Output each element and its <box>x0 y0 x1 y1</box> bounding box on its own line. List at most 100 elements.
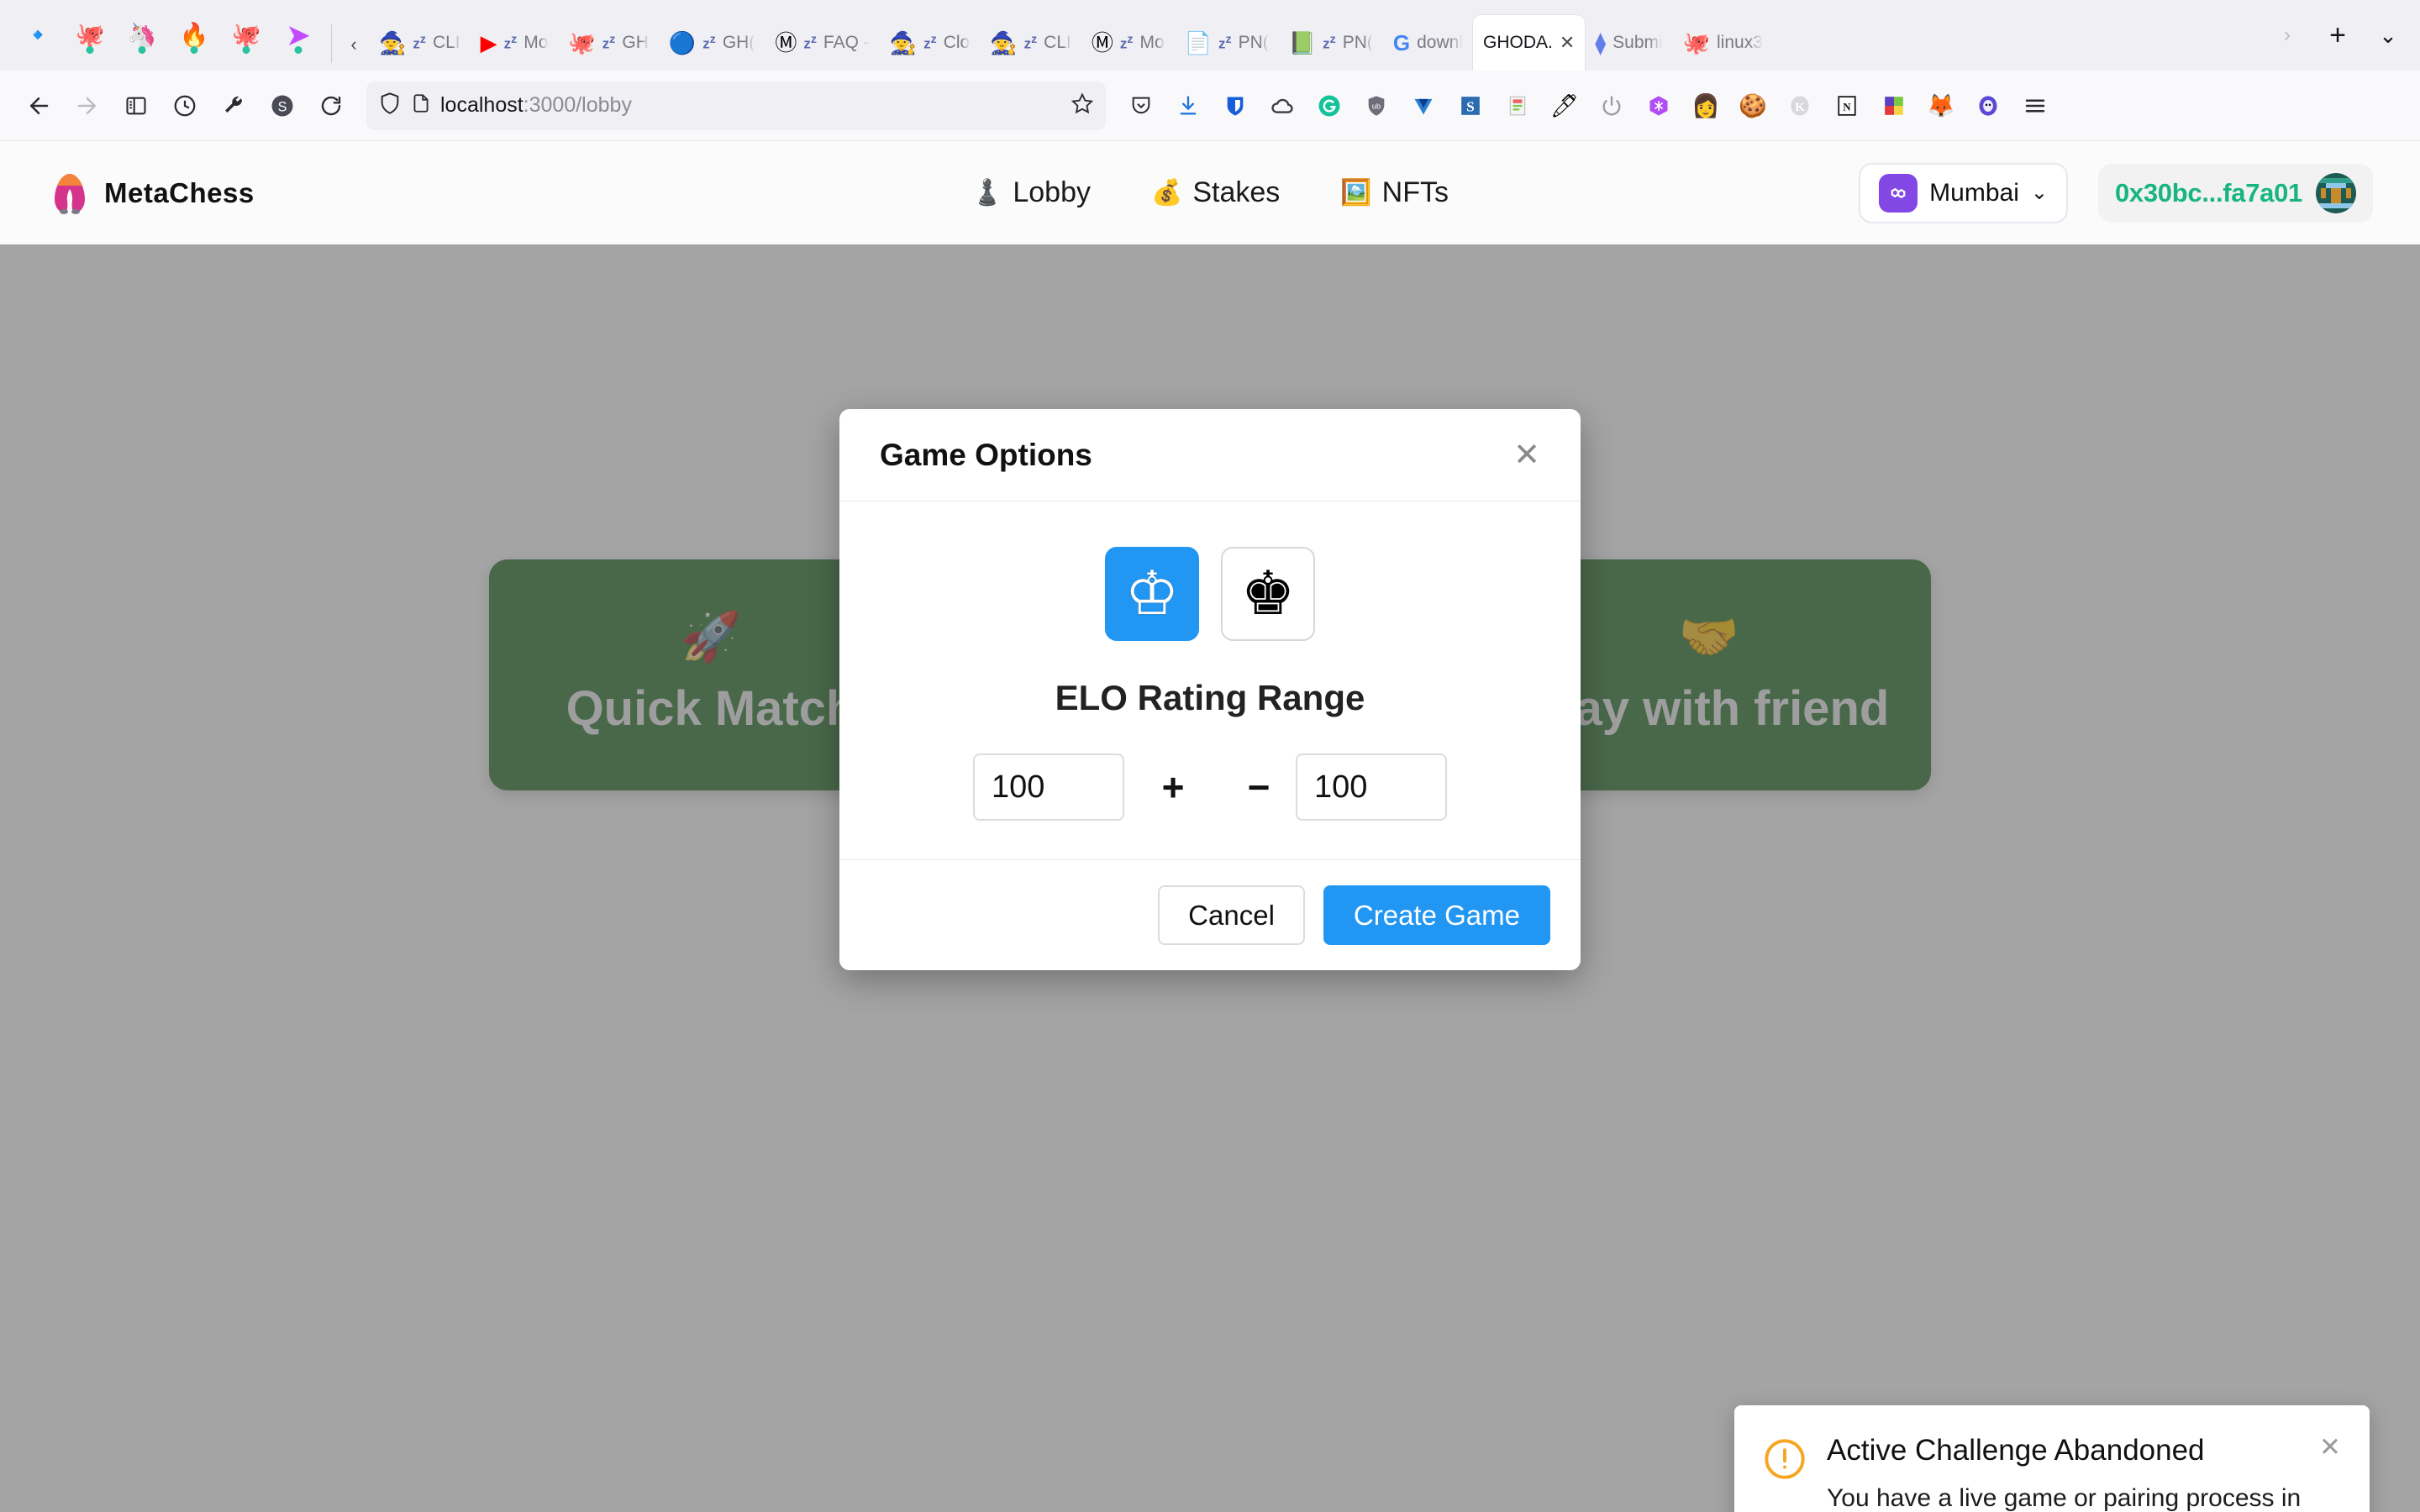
pocket-icon[interactable] <box>1118 82 1165 129</box>
toast-title: Active Challenge Abandoned <box>1827 1434 2205 1467</box>
pinned-tab-github-1[interactable]: 🐙 <box>64 9 116 61</box>
colorzilla-icon[interactable] <box>1870 82 1918 129</box>
bookmark-star-icon[interactable] <box>1071 92 1094 119</box>
elo-title: ELO Rating Range <box>1055 678 1365 717</box>
list-all-tabs-icon[interactable]: ⌄ <box>2365 12 2412 59</box>
github-icon: 🐙 <box>231 22 261 48</box>
svg-text:N: N <box>1843 100 1851 113</box>
close-icon[interactable]: ✕ <box>1560 32 1575 54</box>
tab-submi[interactable]: ⧫ Submi <box>1585 15 1672 71</box>
tab-cli-2[interactable]: 🧙 zz CLI <box>980 15 1081 71</box>
history-icon[interactable] <box>161 82 208 129</box>
shield-icon[interactable] <box>378 92 402 119</box>
tab-mo-1[interactable]: ▶ zz Mo <box>471 15 559 71</box>
tab-png-2[interactable]: 📗 zz PN( <box>1279 15 1383 71</box>
side-white[interactable]: ♔ <box>1105 547 1199 641</box>
tab-mo-2[interactable]: Ⓜ zz Mo <box>1081 15 1175 71</box>
plus-symbol: + <box>1161 765 1185 809</box>
tab-list: 🧙 zz CLI ▶ zz Mo 🐙 zz GH 🔵 zz GH( Ⓜ zz F… <box>369 0 2264 71</box>
wrench-icon[interactable] <box>210 82 257 129</box>
grammarly-icon[interactable] <box>1306 82 1353 129</box>
google-icon: G <box>1392 30 1411 55</box>
tab-faq[interactable]: Ⓜ zz FAQ - <box>765 15 879 71</box>
page-content: MetaChess ♟️ Lobby 💰 Stakes 🖼️ NFTs Mumb… <box>0 141 2420 1512</box>
tab-gh-2[interactable]: 🔵 zz GH( <box>659 15 765 71</box>
power-icon[interactable] <box>1588 82 1635 129</box>
pinned-tab-github-2[interactable]: 🐙 <box>220 9 272 61</box>
address-bar[interactable]: localhost:3000/lobby <box>366 81 1106 130</box>
close-icon[interactable]: ✕ <box>2319 1434 2341 1460</box>
metamask-icon[interactable]: 🦊 <box>1918 82 1965 129</box>
sleeping-icon: zz <box>602 33 616 52</box>
blue-doc-icon: 🔵 <box>668 30 697 55</box>
pinned-tab-purple-arrow[interactable]: ➤ <box>272 9 324 61</box>
pinned-tabs: 🔹 🐙 🦄 🔥 🐙 ➤ <box>12 0 324 71</box>
wallet-chip[interactable]: 0x30bc...fa7a01 <box>2097 163 2373 223</box>
m-icon: Ⓜ <box>775 30 797 55</box>
forward-button[interactable] <box>64 82 111 129</box>
app-menu-button[interactable] <box>2012 82 2059 129</box>
notion-icon[interactable]: N <box>1823 82 1870 129</box>
k-extension-icon[interactable]: K <box>1776 82 1823 129</box>
nav-stakes[interactable]: 💰 Stakes <box>1151 176 1280 209</box>
tab-ghoda-active[interactable]: GHODA. ✕ <box>1473 15 1586 71</box>
modal-body: ♔ ♚ ELO Rating Range + − <box>839 501 1581 859</box>
chain-selector[interactable]: Mumbai ⌄ <box>1859 162 2068 223</box>
pinned-tab-unicorn[interactable]: 🦄 <box>116 9 168 61</box>
profile-icon[interactable]: 👩 <box>1682 82 1729 129</box>
tab-scroll-right-icon[interactable]: › <box>2264 12 2311 59</box>
create-game-button[interactable]: Create Game <box>1323 885 1550 945</box>
eyedropper-icon[interactable]: 🖊 <box>1541 82 1588 129</box>
sleeping-icon: zz <box>803 33 817 52</box>
elo-plus-input[interactable] <box>973 753 1124 821</box>
tab-label: PN( <box>1238 33 1269 52</box>
clipboard-icon[interactable] <box>1494 82 1541 129</box>
pinned-tab-firebase[interactable]: 🔥 <box>168 9 220 61</box>
tab-label: CLI <box>1044 33 1071 52</box>
game-options-modal: Game Options ✕ ♔ ♚ ELO Rating Range 100 … <box>839 409 1581 970</box>
elo-minus-input[interactable] <box>1296 753 1447 821</box>
downloads-icon[interactable] <box>1165 82 1212 129</box>
tab-cli-1[interactable]: 🧙 zz CLI <box>369 15 471 71</box>
sleeping-icon: zz <box>503 33 518 52</box>
metachess-logo[interactable]: MetaChess <box>47 171 255 216</box>
nav-nfts[interactable]: 🖼️ NFTs <box>1340 176 1449 209</box>
pinned-tab-1[interactable]: 🔹 <box>12 9 64 61</box>
audio-dot <box>294 46 302 54</box>
phantom-icon[interactable] <box>1965 82 2012 129</box>
close-icon[interactable]: ✕ <box>1513 439 1540 471</box>
tab-linux3[interactable]: 🐙 linux3 <box>1673 15 1773 71</box>
tab-clo[interactable]: 🧙 zz Clo <box>880 15 980 71</box>
cancel-button[interactable]: Cancel <box>1158 885 1305 945</box>
chess-logo-icon <box>47 171 92 216</box>
svg-text:K: K <box>1795 99 1805 113</box>
page-info-icon[interactable] <box>410 92 432 118</box>
new-tab-button[interactable]: + <box>2314 12 2361 59</box>
sleeping-icon: zz <box>702 33 716 52</box>
hex-extension-icon[interactable] <box>1635 82 1682 129</box>
sleeping-icon: zz <box>1023 33 1038 52</box>
tab-download[interactable]: G downl <box>1383 15 1473 71</box>
tab-png-1[interactable]: 📄 zz PN( <box>1175 15 1279 71</box>
account-icon[interactable]: S <box>259 82 306 129</box>
cloud-icon[interactable] <box>1259 82 1306 129</box>
vue-devtools-icon[interactable] <box>1400 82 1447 129</box>
firebase-icon: 🔥 <box>179 22 209 48</box>
bitwarden-icon[interactable] <box>1212 82 1259 129</box>
s-extension-icon[interactable]: S <box>1447 82 1494 129</box>
tab-scroll-left-icon[interactable]: ‹ <box>339 18 369 71</box>
tab-gh-1[interactable]: 🐙 zz GH <box>558 15 658 71</box>
ublock-icon[interactable]: ub <box>1353 82 1400 129</box>
audio-dot <box>86 46 94 54</box>
cookie-icon[interactable]: 🍪 <box>1729 82 1776 129</box>
back-button[interactable] <box>15 82 62 129</box>
chain-name: Mumbai <box>1929 178 2019 207</box>
sidebar-toggle-icon[interactable] <box>113 82 160 129</box>
nav-lobby[interactable]: ♟️ Lobby <box>971 176 1091 209</box>
tab-label: GH( <box>722 33 755 52</box>
modal-footer: Cancel Create Game <box>839 859 1581 970</box>
toast-message: You have a live game or pairing process … <box>1827 1484 2302 1512</box>
side-black[interactable]: ♚ <box>1221 547 1315 641</box>
reload-button[interactable] <box>308 82 355 129</box>
svg-text:S: S <box>278 99 287 114</box>
